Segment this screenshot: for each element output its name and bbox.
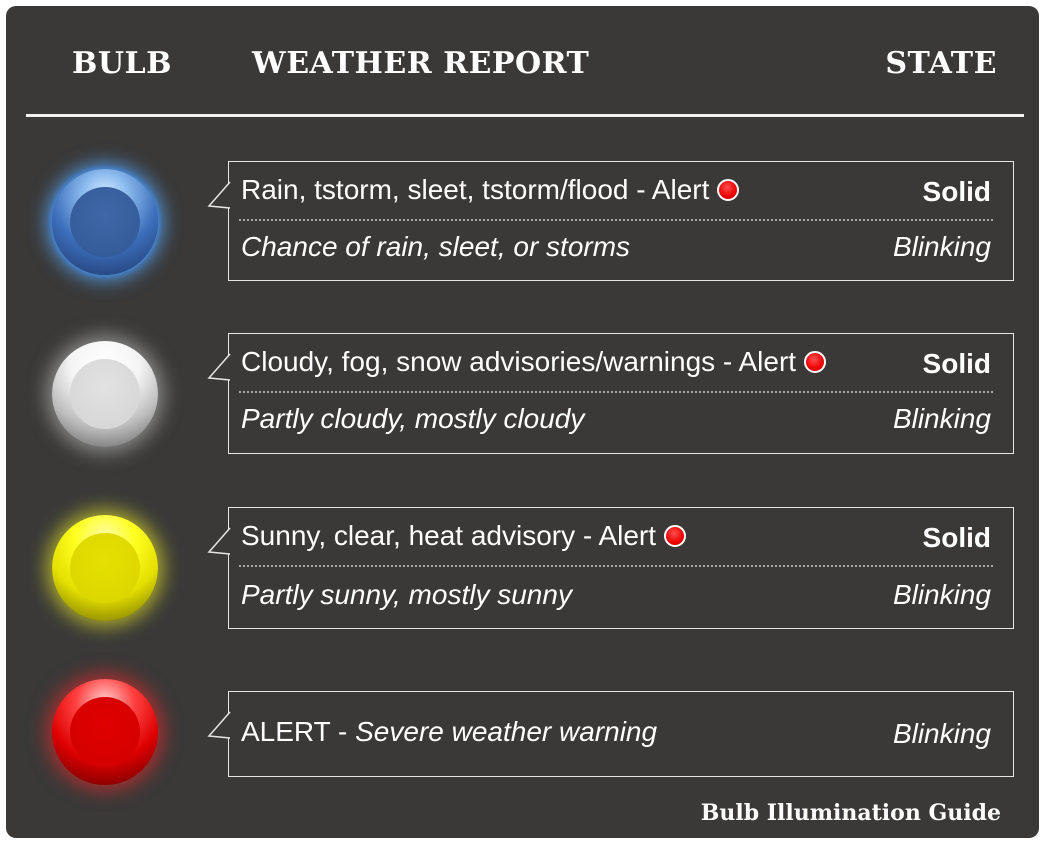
speech-tail xyxy=(207,181,231,209)
state-blinking: Blinking xyxy=(892,403,991,434)
bulb-guide-panel: BULB WEATHER REPORT STATE Rain, tstorm, … xyxy=(6,6,1039,838)
report-line: ALERT - Severe weather warning xyxy=(241,716,991,748)
alert-dot-icon xyxy=(717,179,740,201)
header-state: STATE xyxy=(885,46,997,81)
report-box: Cloudy, fog, snow advisories/warnings - … xyxy=(207,333,1014,454)
state-solid: Solid xyxy=(922,348,991,379)
dotted-separator xyxy=(239,565,993,567)
speech-tail xyxy=(207,527,231,555)
state-solid: Solid xyxy=(922,176,991,207)
yellow-bulb-icon xyxy=(52,515,158,621)
report-text: Sunny, clear, heat advisory - Alert xyxy=(241,520,657,551)
report-text-italic: Severe weather warning xyxy=(355,716,658,747)
state-blinking: Blinking xyxy=(892,579,991,610)
header-bulb: BULB xyxy=(72,46,172,81)
red-bulb-icon xyxy=(52,679,158,785)
report-line-secondary: Partly sunny, mostly sunny xyxy=(241,579,572,610)
blue-bulb-icon xyxy=(52,169,158,275)
state-blinking: Blinking xyxy=(892,718,991,749)
report-line-secondary: Partly cloudy, mostly cloudy xyxy=(241,403,585,434)
report-text: Cloudy, fog, snow advisories/warnings - … xyxy=(241,346,797,377)
state-solid: Solid xyxy=(922,522,991,553)
state-blinking: Blinking xyxy=(892,231,991,262)
dotted-separator xyxy=(239,391,993,393)
speech-tail xyxy=(207,711,231,739)
report-line: Rain, tstorm, sleet, tstorm/flood - Aler… xyxy=(241,174,991,206)
guide-title: Bulb Illumination Guide xyxy=(700,800,1001,826)
report-box: ALERT - Severe weather warning Blinking xyxy=(207,691,1014,777)
alert-dot-icon xyxy=(664,525,687,547)
alert-dot-icon xyxy=(804,351,827,373)
report-text: Rain, tstorm, sleet, tstorm/flood - Aler… xyxy=(241,174,710,205)
dotted-separator xyxy=(239,219,993,221)
speech-tail xyxy=(207,353,231,381)
header-divider xyxy=(26,114,1024,117)
report-box: Rain, tstorm, sleet, tstorm/flood - Aler… xyxy=(207,161,1014,281)
report-text: ALERT - xyxy=(241,716,356,747)
report-box: Sunny, clear, heat advisory - Alert Soli… xyxy=(207,507,1014,629)
header-weather-report: WEATHER REPORT xyxy=(252,46,590,81)
report-line-secondary: Chance of rain, sleet, or storms xyxy=(241,231,631,262)
report-line: Cloudy, fog, snow advisories/warnings - … xyxy=(241,346,991,378)
white-bulb-icon xyxy=(52,341,158,447)
report-line: Sunny, clear, heat advisory - Alert xyxy=(241,520,991,552)
